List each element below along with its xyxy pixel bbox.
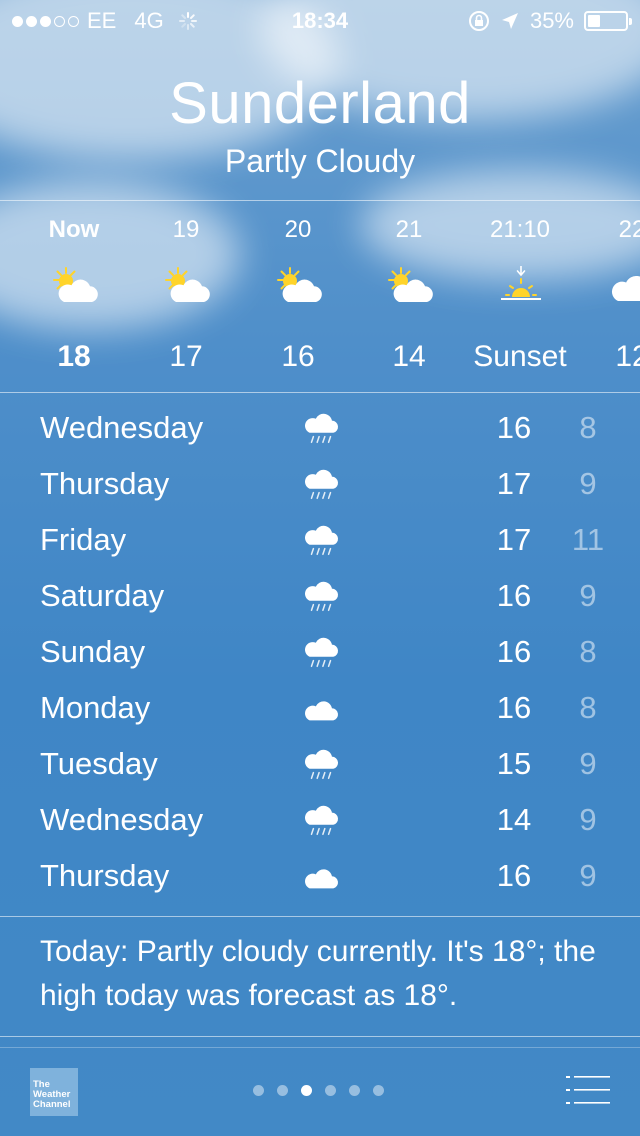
day-name: Sunday [40,634,146,669]
weather-channel-logo[interactable]: The Weather Channel [30,1068,78,1116]
high-temperature: 15 [496,746,532,781]
low-temperature: 8 [579,410,597,445]
hour-temperature: 16 [281,340,315,373]
low-temperature: 8 [579,634,597,669]
high-temperature: 17 [496,522,532,557]
city-name: Sunderland [169,71,471,136]
rain-icon [302,804,340,838]
daily-row: Wednesday 16 8 [0,400,640,456]
cloud-icon [608,266,640,306]
hour-temperature: 14 [392,340,426,373]
rain-icon [302,748,340,782]
high-temperature: 16 [496,410,532,445]
low-temperature: 9 [579,858,597,893]
low-temperature: 9 [579,746,597,781]
high-temperature: 17 [496,466,532,501]
hour-temperature: 12 [615,340,640,373]
high-temperature: 14 [496,802,532,837]
sunset-icon [496,265,546,306]
partly-cloudy-icon [162,266,212,306]
divider [0,200,640,201]
daily-row: Wednesday 14 9 [0,792,640,848]
page-dot[interactable] [253,1085,264,1096]
daily-row: Sunday 16 8 [0,624,640,680]
rain-icon [302,412,340,446]
page-dot[interactable] [301,1085,312,1096]
battery-percent: 35% [529,8,574,33]
hourly-forecast[interactable]: Now 18 19 17 20 16 21 14 21:10 Sunset 22 12 [0,202,640,392]
partly-cloudy-icon [274,266,324,306]
rotation-lock-icon [468,11,489,31]
low-temperature: 8 [579,690,597,725]
page-dot[interactable] [373,1085,384,1096]
daily-row: Thursday 17 9 [0,456,640,512]
hour-label: Now [48,216,100,243]
day-name: Wednesday [40,410,204,445]
day-name: Wednesday [40,802,204,837]
day-name: Monday [40,690,151,725]
daily-row: Friday 17 11 [0,512,640,568]
low-temperature: 11 [571,522,605,557]
page-indicator[interactable] [253,1085,384,1096]
rain-icon [302,524,340,558]
partly-cloudy-icon [385,266,435,306]
status-bar: EE 4G 18:34 35% [0,0,640,40]
daily-forecast: Wednesday 16 8 Thursday 17 9 Friday 17 11 Saturda… [0,400,640,904]
rain-icon [302,580,340,614]
today-summary: Today: Partly cloudy currently. It's 18°… [40,935,596,1012]
high-temperature: 16 [496,634,532,669]
status-right-group: 35% [468,8,632,34]
hour-label: 21 [395,216,423,243]
divider [0,1036,640,1037]
low-temperature: 9 [579,578,597,613]
high-temperature: 16 [496,578,532,613]
bottom-toolbar: The Weather Channel [0,1048,640,1136]
hour-temperature: 18 [57,340,91,373]
daily-row: Saturday 16 9 [0,568,640,624]
hour-temperature: 17 [169,340,203,373]
day-name: Thursday [40,858,170,893]
page-dot[interactable] [325,1085,336,1096]
hour-label: 20 [284,216,312,243]
low-temperature: 9 [579,802,597,837]
hour-label: 19 [172,216,200,243]
hour-label: 21:10 [489,216,551,243]
page-dot[interactable] [349,1085,360,1096]
rain-icon [302,636,340,670]
high-temperature: 16 [496,690,532,725]
divider [0,392,640,393]
day-name: Tuesday [40,746,158,781]
location-arrow-icon [501,13,518,29]
current-condition: Partly Cloudy [224,143,416,179]
cloud-icon [302,860,340,894]
cloud-icon [302,692,340,726]
day-name: Saturday [40,578,165,613]
daily-row: Monday 16 8 [0,680,640,736]
divider [0,916,640,917]
daily-row: Thursday 16 9 [0,848,640,904]
daily-row: Tuesday 15 9 [0,736,640,792]
hour-temperature: Sunset [473,340,567,373]
day-name: Friday [40,522,127,557]
day-name: Thursday [40,466,170,501]
hour-label: 22 [618,216,640,243]
low-temperature: 9 [579,466,597,501]
partly-cloudy-icon [50,266,100,306]
battery-icon [584,11,632,31]
page-dot[interactable] [277,1085,288,1096]
city-list-icon[interactable] [566,1076,610,1104]
rain-icon [302,468,340,502]
high-temperature: 16 [496,858,532,893]
